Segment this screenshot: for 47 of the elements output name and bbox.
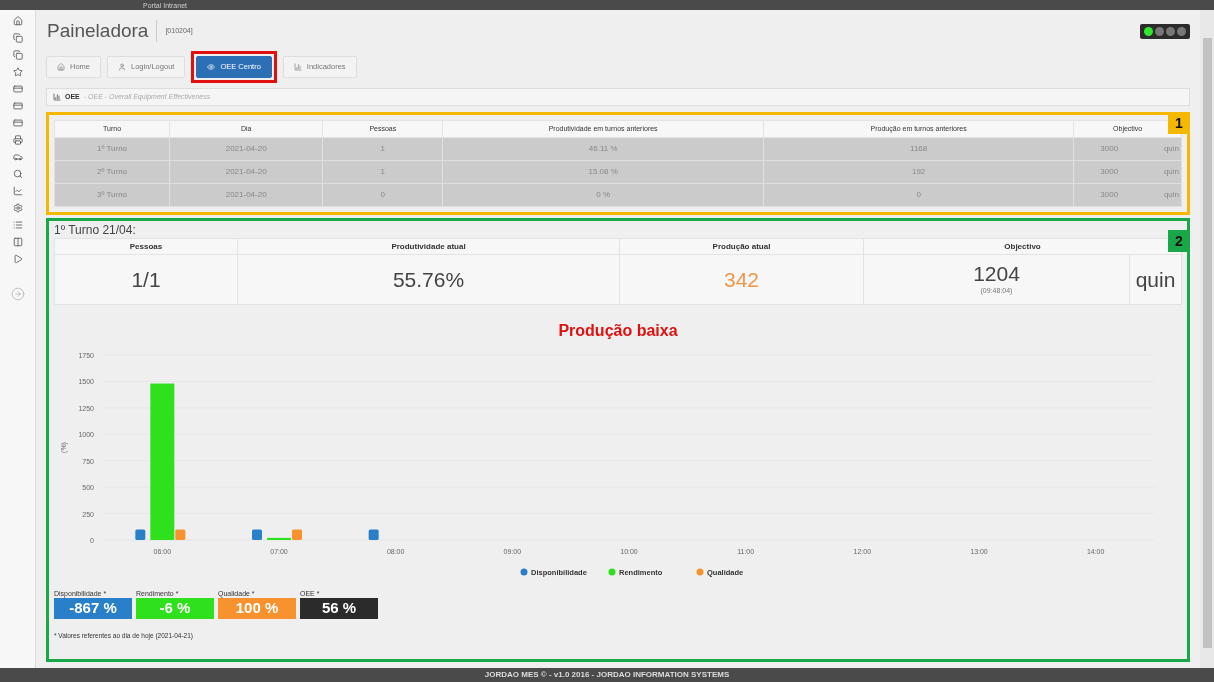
kpi-value: 100 % [218,598,296,619]
copy-icon[interactable] [12,33,23,43]
card-icon[interactable] [12,101,23,111]
star-icon[interactable] [12,67,23,77]
table-cell: 55.76% [237,254,620,305]
columns-icon[interactable] [12,237,23,247]
table-cell: 2021-04-20 [169,160,323,184]
copy-icon[interactable] [12,50,23,60]
user-icon [118,63,126,71]
printer-icon[interactable] [12,135,23,145]
table-cell: 2021-04-20 [169,137,323,161]
list-icon[interactable] [12,220,23,230]
shift-title: 1º Turno 21/04: [54,223,137,238]
table-cell: 192 [763,160,1074,184]
footer-text: JORDAO MES © - v1.0 2016 - JORDAO INFORMATION SYSTEMS [484,669,730,681]
table-cell: 1168 [763,137,1074,161]
table-cell: quin [1129,254,1182,305]
column-header: Produtividade atual [237,238,620,255]
bar-chart-icon [53,93,61,101]
kpi-value: -6 % [136,598,214,619]
home-icon [57,63,65,71]
page-title: Paineladora [47,20,158,42]
status-message: Produção baixa [558,321,678,341]
table-cell: 46.11 % [442,137,764,161]
home-icon[interactable] [12,16,23,26]
play-icon[interactable] [12,254,23,264]
table-cell: 342 [619,254,864,305]
annotation-marker: 2 [1168,230,1190,252]
car-icon[interactable] [12,152,23,162]
chart-bar [252,529,262,540]
card-icon[interactable] [12,84,23,94]
chart-bar [135,529,146,540]
settings-icon[interactable] [12,203,23,213]
chart-bar [368,529,379,540]
table-cell: 1/1 [54,254,238,305]
eye-icon [207,63,216,71]
kpi-value: -867 % [54,598,132,619]
objective-value: 1204 [973,262,1020,287]
line-chart-icon[interactable] [12,186,23,196]
bar-chart-icon [293,63,302,71]
column-header: Produção atual [619,238,864,255]
kpi-value: 56 % [300,598,378,619]
column-header: Pessoas [54,238,238,255]
annotation-marker: 1 [1168,112,1190,134]
table-cell: 2021-04-20 [169,183,323,207]
card-icon[interactable] [12,118,23,128]
search-icon[interactable] [12,169,23,179]
